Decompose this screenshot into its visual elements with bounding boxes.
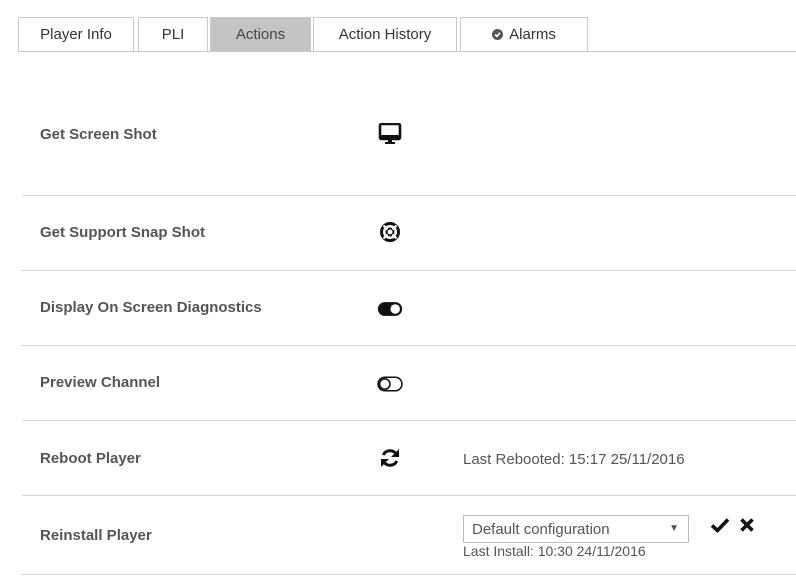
- tab-alarms[interactable]: Alarms: [460, 17, 588, 51]
- refresh-icon[interactable]: [377, 446, 403, 470]
- toggle-on-icon[interactable]: [377, 297, 403, 321]
- selected-value: Default configuration: [472, 520, 610, 538]
- tab-bar: Player Info PLI Actions Action History A…: [18, 17, 796, 52]
- last-install-text: Last Install: 10:30 24/11/2016: [463, 543, 646, 559]
- action-row-reboot: Reboot Player Last Rebooted: 15:17 25/11…: [22, 421, 796, 496]
- configuration-select[interactable]: Default configuration ▼: [463, 515, 689, 543]
- action-row-screenshot: Get Screen Shot: [22, 52, 796, 196]
- tab-pli[interactable]: PLI: [138, 17, 208, 51]
- action-label: Get Support Snap Shot: [40, 224, 205, 241]
- action-label: Reinstall Player: [40, 527, 152, 544]
- action-label: Display On Screen Diagnostics: [40, 299, 262, 316]
- monitor-icon[interactable]: [377, 122, 403, 146]
- action-row-reinstall: Reinstall Player Default configuration ▼…: [22, 496, 796, 575]
- times-icon[interactable]: [736, 514, 758, 536]
- action-row-diagnostics: Display On Screen Diagnostics: [22, 271, 796, 346]
- check-circle-icon: [492, 29, 504, 40]
- action-label: Get Screen Shot: [40, 126, 157, 143]
- chevron-down-icon: ▼: [669, 523, 679, 534]
- life-ring-icon[interactable]: [377, 220, 403, 244]
- action-row-snapshot: Get Support Snap Shot: [22, 196, 796, 271]
- action-row-preview: Preview Channel: [22, 346, 796, 421]
- action-label: Reboot Player: [40, 450, 141, 467]
- tab-label: Alarms: [509, 26, 556, 43]
- check-icon[interactable]: [709, 514, 731, 536]
- tab-label: Actions: [235, 26, 286, 43]
- tab-actions[interactable]: Actions: [210, 17, 311, 51]
- action-label: Preview Channel: [40, 374, 161, 391]
- tab-player-info[interactable]: Player Info: [18, 17, 134, 51]
- tab-action-history[interactable]: Action History: [313, 17, 457, 51]
- tab-label: Action History: [338, 26, 432, 43]
- toggle-off-icon[interactable]: [377, 372, 403, 396]
- last-rebooted-text: Last Rebooted: 15:17 25/11/2016: [463, 451, 685, 468]
- tab-label: Player Info: [40, 26, 112, 43]
- tab-label: PLI: [161, 26, 185, 43]
